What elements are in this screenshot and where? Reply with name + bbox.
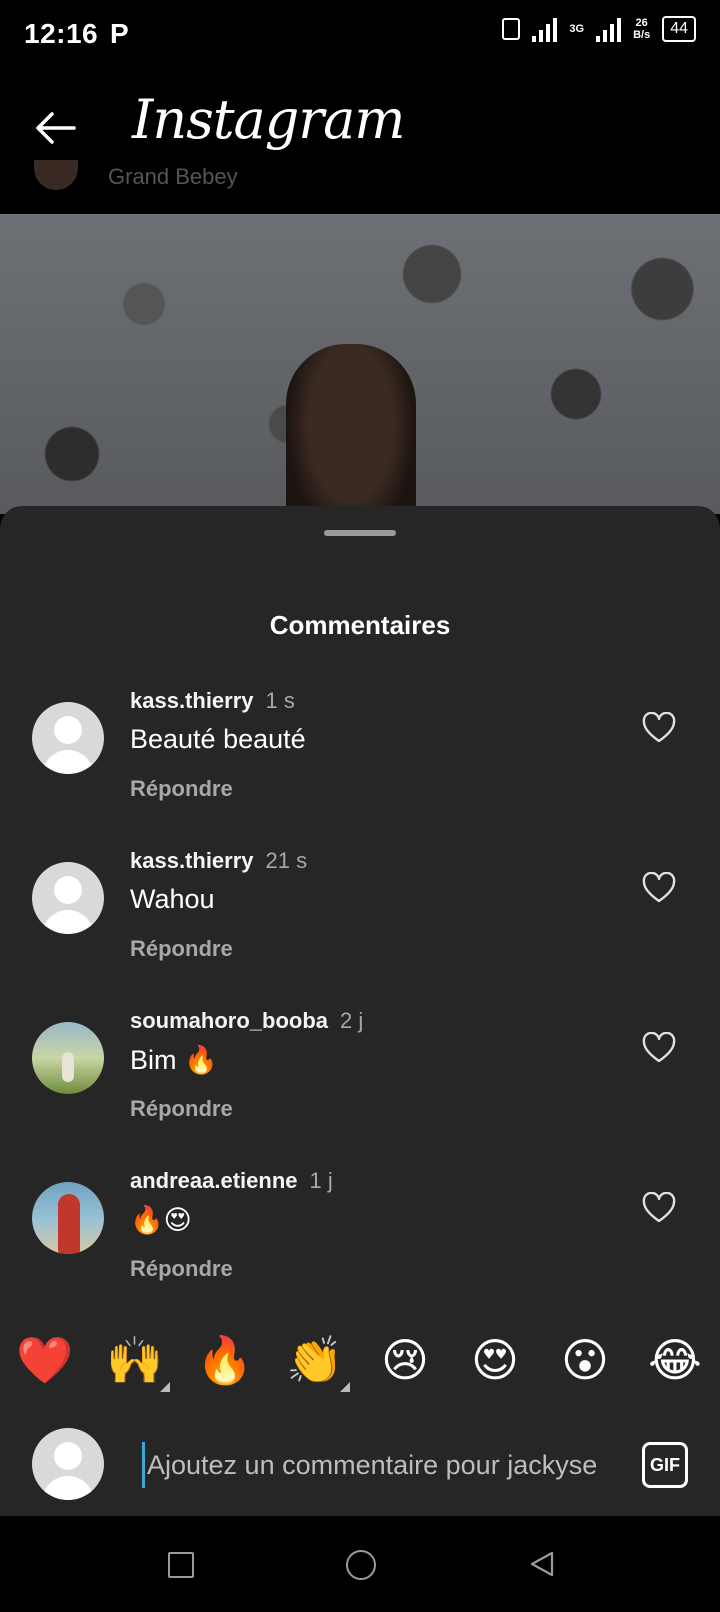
reply-button[interactable]: Répondre bbox=[130, 936, 233, 962]
signal-2-icon bbox=[596, 16, 622, 42]
home-icon[interactable] bbox=[346, 1550, 376, 1580]
comment-input[interactable] bbox=[142, 1442, 619, 1488]
heart-icon[interactable] bbox=[642, 1032, 676, 1064]
avatar[interactable] bbox=[32, 1182, 104, 1254]
comment-text: Wahou bbox=[130, 884, 215, 914]
arrow-left-icon[interactable] bbox=[30, 102, 82, 154]
avatar[interactable] bbox=[32, 702, 104, 774]
comment-item: kass.thierry 21 s Wahou Répondre bbox=[0, 848, 720, 988]
comment-item: soumahoro_booba 2 j Bim 🔥 Répondre bbox=[0, 1008, 720, 1148]
reply-button[interactable]: Répondre bbox=[130, 776, 233, 802]
emoji-quick-bar: ❤️ 🙌 🔥 👏 😢 😍 😮 😂 bbox=[0, 1328, 720, 1398]
network-speed: 26 B/s bbox=[633, 17, 651, 41]
network-type: 3G bbox=[569, 23, 585, 35]
emoji-heart-eyes[interactable]: 😍 bbox=[463, 1328, 527, 1392]
comment-time: 1 j bbox=[309, 1168, 333, 1193]
comment-time: 21 s bbox=[265, 848, 308, 873]
emoji-laughing[interactable]: 😂 bbox=[643, 1328, 707, 1392]
avatar bbox=[32, 1428, 104, 1500]
signal-icon bbox=[532, 16, 558, 42]
comment-time: 1 s bbox=[265, 688, 295, 713]
comment-username[interactable]: kass.thierry 21 s bbox=[130, 848, 307, 874]
avatar[interactable] bbox=[32, 1022, 104, 1094]
heart-icon[interactable] bbox=[642, 872, 676, 904]
emoji-raised-hands[interactable]: 🙌 bbox=[103, 1328, 167, 1392]
comment-username[interactable]: soumahoro_booba 2 j bbox=[130, 1008, 363, 1034]
sheet-title: Commentaires bbox=[269, 610, 451, 640]
recents-icon[interactable] bbox=[168, 1552, 194, 1578]
emoji-crying[interactable]: 😢 bbox=[373, 1328, 437, 1392]
comment-item: kass.thierry 1 s Beauté beauté Répondre bbox=[0, 688, 720, 828]
reply-button[interactable]: Répondre bbox=[130, 1096, 233, 1122]
comment-composer: GIF bbox=[0, 1418, 720, 1516]
post-photo bbox=[0, 214, 720, 514]
emoji-surprised[interactable]: 😮 bbox=[553, 1328, 617, 1392]
instagram-logo: Instagram bbox=[132, 88, 405, 151]
gif-button[interactable]: GIF bbox=[642, 1442, 688, 1488]
battery-indicator: 44 bbox=[662, 16, 696, 42]
comments-sheet: Commentaires kass.thierry 1 s Beauté beau… bbox=[0, 506, 720, 1516]
comment-username[interactable]: andreaa.etienne 1 j bbox=[130, 1168, 333, 1194]
skin-tone-indicator bbox=[160, 1382, 170, 1392]
status-bar: 12:16 P 3G 26 B/s 44 bbox=[0, 0, 720, 72]
comment-item: andreaa.etienne 1 j 🔥😍 Répondre bbox=[0, 1168, 720, 1308]
emoji-clapping[interactable]: 👏 bbox=[283, 1328, 347, 1392]
notification-p-icon: P bbox=[110, 18, 129, 49]
vibrate-icon bbox=[502, 18, 521, 40]
heart-icon[interactable] bbox=[642, 1192, 676, 1224]
reply-button[interactable]: Répondre bbox=[130, 1256, 233, 1282]
emoji-heart[interactable]: ❤️ bbox=[13, 1328, 77, 1392]
comment-text: Bim 🔥 bbox=[130, 1045, 218, 1075]
status-time: 12:16 bbox=[24, 18, 99, 49]
post-author-avatar bbox=[34, 160, 78, 190]
photo-subject bbox=[286, 344, 416, 514]
comment-text: 🔥😍 bbox=[130, 1205, 192, 1235]
comment-text: Beauté beauté bbox=[130, 724, 306, 754]
sheet-drag-handle[interactable] bbox=[324, 530, 396, 536]
system-nav-bar bbox=[0, 1516, 720, 1612]
avatar[interactable] bbox=[32, 862, 104, 934]
emoji-fire[interactable]: 🔥 bbox=[193, 1328, 257, 1392]
comment-time: 2 j bbox=[340, 1008, 364, 1033]
post-author-name: Grand Bebey bbox=[108, 164, 238, 189]
comment-username[interactable]: kass.thierry 1 s bbox=[130, 688, 295, 714]
skin-tone-indicator bbox=[340, 1382, 350, 1392]
heart-icon[interactable] bbox=[642, 712, 676, 744]
back-triangle-icon[interactable] bbox=[528, 1550, 556, 1578]
